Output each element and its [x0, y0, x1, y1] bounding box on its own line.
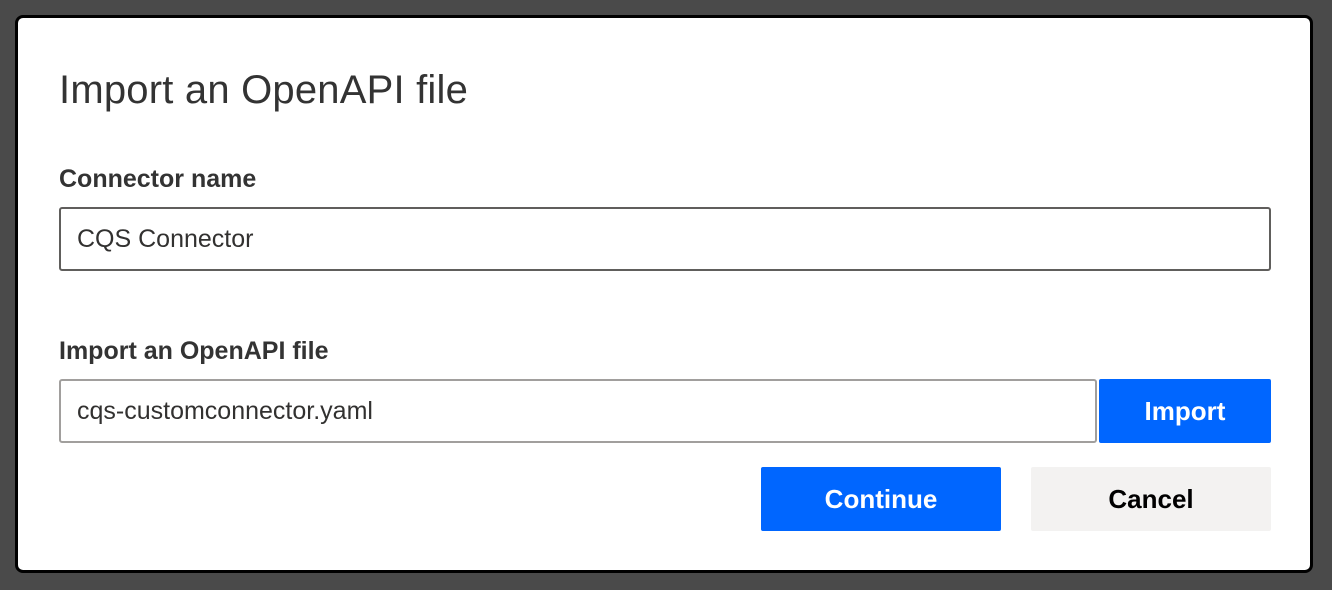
continue-button[interactable]: Continue	[761, 467, 1001, 531]
import-button[interactable]: Import	[1099, 379, 1271, 443]
import-openapi-dialog: Import an OpenAPI file Connector name Im…	[15, 15, 1313, 573]
openapi-file-input[interactable]	[59, 379, 1097, 443]
cancel-button[interactable]: Cancel	[1031, 467, 1271, 531]
dialog-title: Import an OpenAPI file	[59, 68, 469, 112]
connector-name-input[interactable]	[59, 207, 1271, 271]
openapi-file-label: Import an OpenAPI file	[59, 337, 329, 365]
connector-name-label: Connector name	[59, 165, 257, 193]
